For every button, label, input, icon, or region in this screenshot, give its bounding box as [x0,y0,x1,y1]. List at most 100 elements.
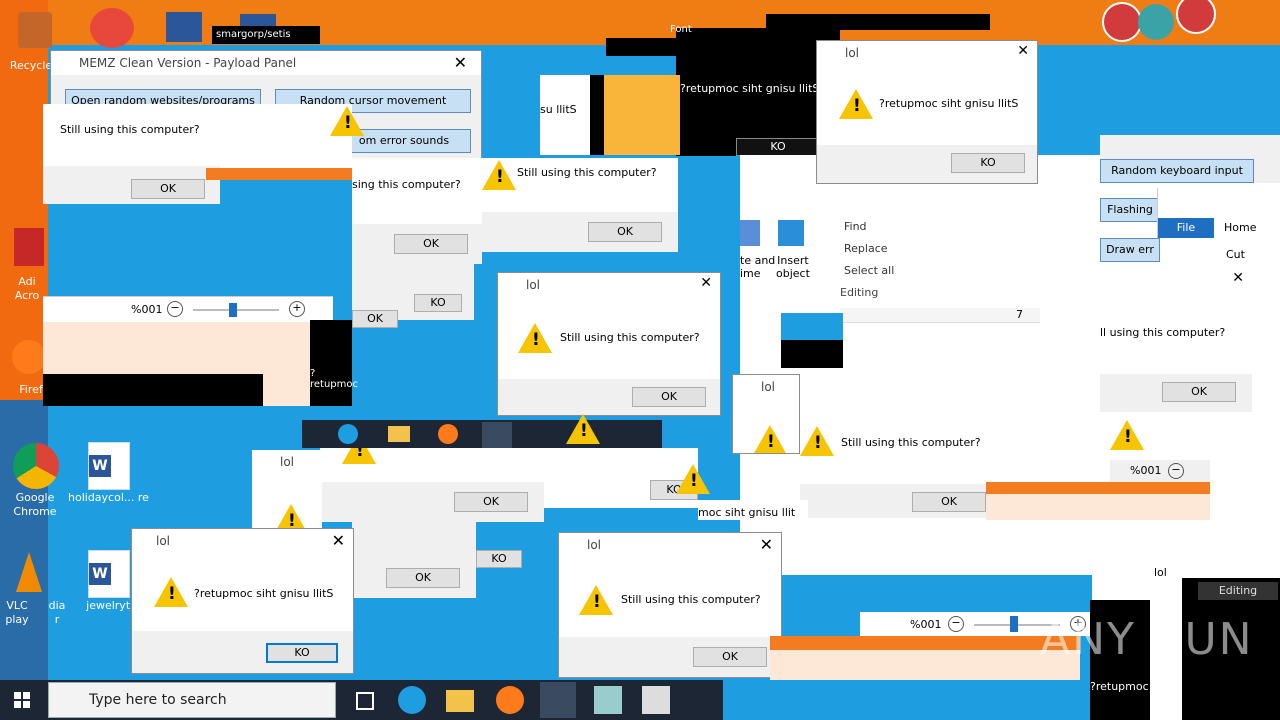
ok-button[interactable]: OK [386,568,460,588]
window-taskbar-icon[interactable] [642,686,670,714]
dialog-title: lol [761,380,776,394]
insert-object-button[interactable]: Insert object [776,254,810,280]
notepad-taskbar-icon[interactable] [594,686,622,714]
dialog-still-using-1: Still using this computer? OK [43,104,220,204]
ko-button[interactable]: KO [736,138,820,156]
draw-errors-button[interactable]: Draw err [1100,238,1160,262]
ko-button[interactable]: KO [414,294,462,312]
warning-icon [154,577,188,607]
word-doc-icon-top[interactable] [166,12,202,42]
random-keyboard-button[interactable]: Random keyboard input [1100,159,1254,183]
dialog-message: ?retupmoc siht gnisu llitS [879,97,1019,110]
dialog-title: lol [587,538,602,552]
orange-bar-2 [986,482,1210,494]
date-time-button[interactable]: te and ime [740,254,775,280]
edge-icon[interactable] [90,8,134,48]
ok-button[interactable]: OK [693,647,767,667]
zoom-in-icon[interactable]: + [289,301,305,317]
zoom-bar: %001 − + [43,296,333,323]
cut-label[interactable]: Cut [1226,248,1245,261]
dialog-still-using-4: Still using this computer? OK [800,408,1010,518]
chrome-icon[interactable] [13,443,59,489]
black-fragment-2: ?retupmoc [310,320,358,406]
edge-taskbar-icon[interactable] [398,686,426,714]
anyrun-watermark: ANY RUN [1040,614,1254,665]
close-icon[interactable]: ✕ [454,53,467,72]
adobe-acrobat-icon[interactable] [14,228,44,266]
task-view-icon[interactable] [350,686,378,714]
warning-icon [753,425,787,453]
dialog-title: lol [156,534,171,548]
dialog-message: sing this computer? [352,178,461,191]
ok-button[interactable]: KO [951,153,1025,173]
dialog-still-using-right: ✕ ll using this computer? OK [1100,270,1252,412]
close-icon[interactable]: ✕ [332,531,345,550]
dialog-title: lol [280,455,295,469]
ok-button[interactable]: OK [1162,382,1236,402]
warning-icon [676,464,710,494]
replace-button[interactable]: Replace [844,242,888,255]
ok-button[interactable]: OK [632,387,706,407]
close-icon[interactable]: ✕ [1232,270,1244,286]
ruler-mark: 7 [1016,308,1023,321]
close-icon[interactable]: ✕ [700,275,712,291]
chrome-label: Google Chrome [13,491,57,518]
dialog-lol-bottom-center: lol ✕ Still using this computer? OK [558,532,782,678]
dialog-fragment-ok3: OK [352,522,476,598]
ok-button[interactable]: OK [394,234,468,254]
word-doc-icon[interactable]: W [88,442,130,490]
recycle-bin-icon[interactable] [18,12,52,48]
ok-button[interactable]: OK [588,222,662,242]
dialog-fragment-ko: KO OK [352,264,474,328]
windows-start-icon[interactable] [14,692,30,708]
file-explorer-icon[interactable] [446,690,474,712]
dialog-lol-center: lol ✕ Still using this computer? OK [497,272,721,416]
dialog-title: lol [526,278,541,292]
ok-button[interactable]: OK [352,310,398,328]
reversed-fragment: moc siht gnisu llit [698,500,808,520]
zoom-out-icon[interactable]: − [948,616,964,632]
ruler: 7 [840,308,1040,323]
dialog-lol-small: lol [732,374,800,454]
warning-icon [482,160,516,190]
warning-icon [342,448,376,464]
zoom-slider[interactable] [1010,616,1018,632]
close-icon[interactable]: ✕ [760,535,773,554]
firefox-taskbar-icon[interactable] [496,686,524,714]
flashing-button[interactable]: Flashing [1100,198,1160,222]
file-tab[interactable]: File [1158,218,1214,238]
dialog-lol-bottom-left: lol ✕ ?retupmoc siht gnisu llitS KO [131,528,354,674]
find-button[interactable]: Find [844,220,867,233]
dialog-lol-behind: lol [252,450,322,540]
black-fragment-3 [781,340,843,368]
ok-button[interactable]: OK [131,179,205,199]
reversed-message: ?retupmoc siht gnisu llitS [680,82,820,95]
warning-icon [518,323,552,353]
zoom-out-icon[interactable]: − [1168,463,1184,479]
orange-fragment: su llitS [540,75,680,155]
warning-icon [839,89,873,119]
black-strip [766,14,990,30]
ok-button[interactable]: OK [912,492,986,512]
search-input[interactable]: Type here to search [48,682,336,718]
memz-taskbar-icon[interactable] [540,682,576,718]
zoom-out-icon[interactable]: − [167,301,183,317]
ok-button[interactable]: KO [266,643,338,663]
select-all-button[interactable]: Select all [844,264,894,277]
ok-button[interactable]: OK [454,492,528,512]
dialog-message: Still using this computer? [560,331,700,344]
close-icon-stack[interactable] [1102,0,1216,42]
close-icon[interactable]: ✕ [1017,43,1029,59]
dialog-message: Still using this computer? [841,436,981,449]
word-doc-icon-2[interactable]: W [88,550,130,598]
zoom-slider[interactable] [229,303,237,317]
dialog-message: ?retupmoc siht gnisu llitS [194,587,334,600]
ko-fragment: KO [476,548,522,570]
firefox-icon[interactable] [12,340,46,374]
zoom-value: %001 [131,303,163,316]
ko-button[interactable]: KO [476,550,522,568]
home-tab[interactable]: Home [1224,218,1256,238]
peach-bar-2 [770,650,1080,680]
dialog-fragment-ko2: KO [544,448,698,508]
warning-icon [330,106,364,136]
